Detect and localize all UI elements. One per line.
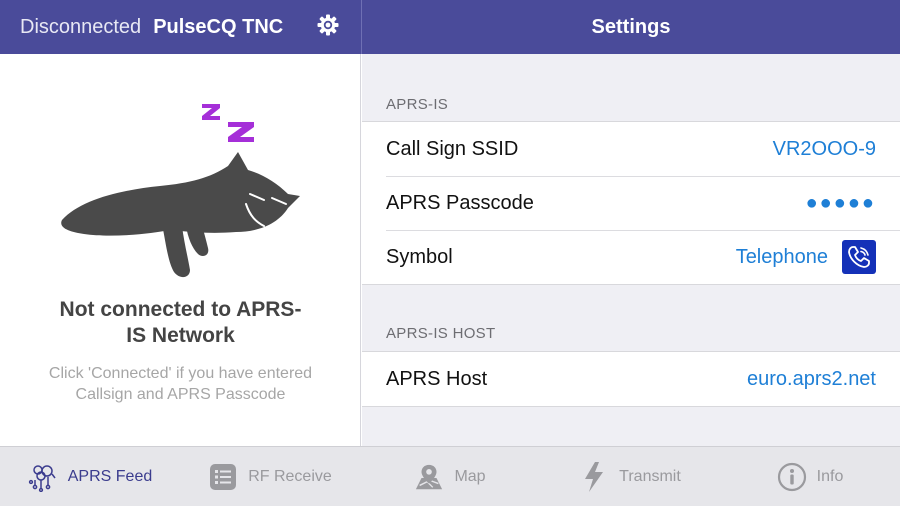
settings-panel: APRS-IS Call Sign SSID VR2OOO-9 APRS Pas… [362, 54, 900, 446]
symbol-value: Telephone [735, 245, 828, 268]
aprs-is-group: Call Sign SSID VR2OOO-9 APRS Passcode ●●… [362, 121, 900, 285]
tab-map[interactable]: Map [360, 447, 540, 506]
connection-header: Disconnected PulseCQ TNC [0, 0, 361, 54]
page-title: Settings [591, 15, 671, 38]
symbol-value-wrap: Telephone [736, 240, 876, 274]
call-sign-row[interactable]: Call Sign SSID VR2OOO-9 [362, 122, 900, 176]
lightning-icon [579, 461, 609, 492]
not-connected-title: Not connected to APRS-IS Network [59, 298, 302, 347]
section-header-aprs-is: APRS-IS [386, 96, 449, 113]
not-connected-hint: Click 'Connected' if you have entered Ca… [48, 365, 313, 403]
section-header-aprs-is-host: APRS-IS HOST [386, 325, 496, 342]
passcode-label: APRS Passcode [386, 191, 534, 214]
symbol-row[interactable]: Symbol Telephone [362, 230, 900, 284]
network-icon [28, 462, 58, 492]
tab-label-rf-receive: RF Receive [248, 467, 332, 485]
passcode-row[interactable]: APRS Passcode ●●●●● [362, 176, 900, 230]
bottom-tab-bar: APRS Feed RF Receive Map Transmit Info [0, 446, 900, 506]
top-bar: Disconnected PulseCQ TNC Settings [0, 0, 900, 54]
map-icon [414, 462, 444, 492]
tab-label-aprs-feed: APRS Feed [67, 467, 153, 485]
cat-icon [61, 152, 301, 278]
list-icon [208, 462, 238, 492]
tab-label-info: Info [816, 467, 844, 485]
aprs-host-row[interactable]: APRS Host euro.aprs2.net [362, 352, 900, 406]
tab-aprs-feed[interactable]: APRS Feed [0, 447, 180, 506]
info-icon [777, 462, 807, 492]
tab-info[interactable]: Info [720, 447, 900, 506]
sleep-z-icon [202, 104, 254, 142]
call-sign-value: VR2OOO-9 [772, 137, 876, 160]
gear-icon[interactable] [316, 13, 340, 37]
telephone-icon [842, 240, 876, 274]
device-name: PulseCQ TNC [153, 15, 284, 38]
aprs-host-label: APRS Host [386, 367, 488, 390]
tab-label-map: Map [454, 467, 486, 485]
passcode-value: ●●●●● [805, 191, 876, 214]
tab-label-transmit: Transmit [619, 467, 681, 485]
aprs-is-host-group: APRS Host euro.aprs2.net [362, 351, 900, 407]
tab-rf-receive[interactable]: RF Receive [180, 447, 360, 506]
connection-panel: Not connected to APRS-IS Network Click '… [0, 54, 361, 446]
sleeping-cat-illustration [61, 104, 301, 278]
aprs-host-value: euro.aprs2.net [747, 367, 876, 390]
symbol-label: Symbol [386, 245, 453, 268]
connection-status[interactable]: Disconnected [20, 16, 141, 39]
call-sign-label: Call Sign SSID [386, 137, 519, 160]
tab-transmit[interactable]: Transmit [540, 447, 720, 506]
